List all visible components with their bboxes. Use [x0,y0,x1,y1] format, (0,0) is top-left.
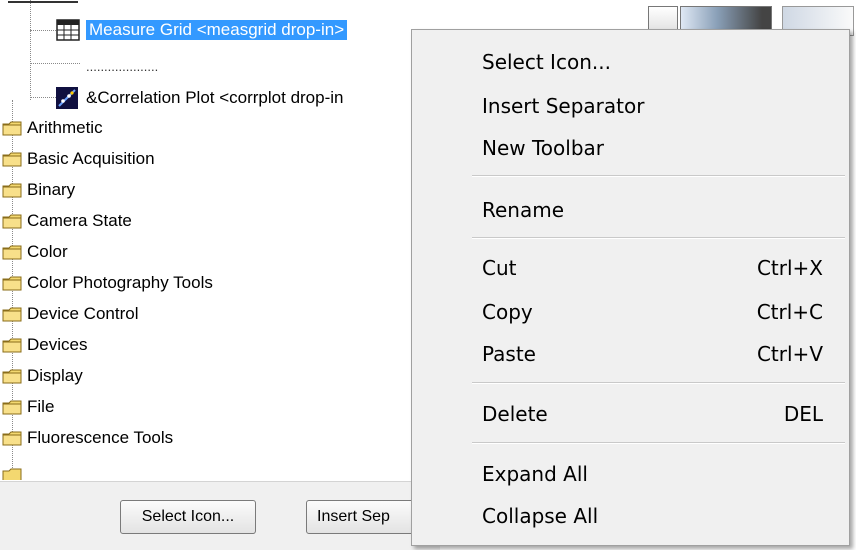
menu-item-label: Select Icon... [482,50,611,74]
menu-item-expand-all[interactable]: Expand All [412,452,849,496]
folder-icon [2,307,22,321]
menu-separator [472,382,845,384]
toolbar-tree[interactable]: Measure Grid <measgrid drop-in> ........… [0,0,440,480]
menu-item-delete[interactable]: Delete DEL [412,392,849,436]
folder-icon [2,369,22,383]
menu-item-shortcut: Ctrl+C [756,300,823,324]
menu-item-select-icon[interactable]: Select Icon... [412,40,849,84]
tree-item-separator[interactable]: .................... [86,52,158,80]
grid-icon [56,19,80,41]
tree-folder-devices[interactable]: Devices [0,331,430,359]
menu-item-label: New Toolbar [482,136,605,160]
tree-folder-label: File [27,397,55,416]
menu-item-label: Insert Separator [482,94,645,118]
menu-item-shortcut: DEL [783,402,823,426]
folder-icon [2,431,22,445]
menu-item-shortcut: Ctrl+X [756,256,823,280]
tree-folder-label: Fluorescence Tools [27,428,174,447]
tree-folder-basic-acquisition[interactable]: Basic Acquisition [0,145,430,173]
folder-icon [2,214,22,228]
tree-folder-device-control[interactable]: Device Control [0,300,430,328]
tree-folder-camera-state[interactable]: Camera State [0,207,430,235]
menu-item-label: Cut [482,256,517,280]
menu-item-copy[interactable]: Copy Ctrl+C [412,290,849,334]
tree-item-measure-grid[interactable]: Measure Grid <measgrid drop-in> [56,16,348,44]
tree-line [30,30,56,31]
tree-line [30,63,80,64]
tree-folder-display[interactable]: Display [0,362,430,390]
tree-folder-label: Device Control [27,304,139,323]
folder-icon [2,468,22,480]
menu-item-label: Copy [482,300,533,324]
tree-folder-color[interactable]: Color [0,238,430,266]
menu-item-new-toolbar[interactable]: New Toolbar [412,126,849,170]
menu-item-label: Collapse All [482,504,599,528]
tree-folder-fluorescence-tools[interactable]: Fluorescence Tools [0,424,430,452]
menu-item-shortcut: Ctrl+V [756,342,823,366]
tree-folder-label: Devices [27,335,88,354]
menu-separator [472,237,845,239]
tree-folder-label: Camera State [27,211,132,230]
tree-folder-color-photography-tools[interactable]: Color Photography Tools [0,269,430,297]
tree-folder-label: Binary [27,180,76,199]
menu-item-cut[interactable]: Cut Ctrl+X [412,246,849,290]
tree-folder-label: Color Photography Tools [27,273,213,292]
folder-icon [2,245,22,259]
menu-separator [472,175,845,177]
menu-item-label: Delete [482,402,548,426]
menu-separator [472,442,845,444]
tree-folder-label: Display [27,366,83,385]
tree-folder-file[interactable]: File [0,393,430,421]
tree-item-correlation-plot[interactable]: &Correlation Plot <corrplot drop-in [56,84,343,112]
tree-item-label: .................... [86,58,159,74]
menu-item-paste[interactable]: Paste Ctrl+V [412,332,849,376]
menu-item-label: Paste [482,342,536,366]
tree-line [30,97,56,98]
folder-icon [2,400,22,414]
tree-folder-label: Color [27,242,68,261]
tree-folder-clipped [0,466,140,480]
clipped-row [8,0,98,6]
tree-folder-arithmetic[interactable]: Arithmetic [0,114,430,142]
menu-item-collapse-all[interactable]: Collapse All [412,494,849,538]
insert-separator-button[interactable]: Insert Sep [306,500,416,534]
context-menu: Select Icon... Insert Separator New Tool… [411,29,850,546]
tree-line [30,0,31,100]
folder-icon [2,338,22,352]
folder-icon [2,152,22,166]
folder-icon [2,276,22,290]
tree-folder-binary[interactable]: Binary [0,176,430,204]
tree-item-label: &Correlation Plot <corrplot drop-in [86,88,344,107]
tree-folder-label: Basic Acquisition [27,149,155,168]
menu-item-label: Expand All [482,462,588,486]
tree-folder-label: Arithmetic [27,118,103,137]
menu-item-insert-separator[interactable]: Insert Separator [412,84,849,128]
menu-item-rename[interactable]: Rename [412,188,849,232]
select-icon-button[interactable]: Select Icon... [120,500,256,534]
bottom-button-bar: Select Icon... Insert Sep [0,481,440,550]
plot-icon [56,87,78,109]
folder-icon [2,183,22,197]
folder-icon [2,121,22,135]
menu-item-label: Rename [482,198,565,222]
tree-item-label: Measure Grid <measgrid drop-in> [86,20,348,40]
